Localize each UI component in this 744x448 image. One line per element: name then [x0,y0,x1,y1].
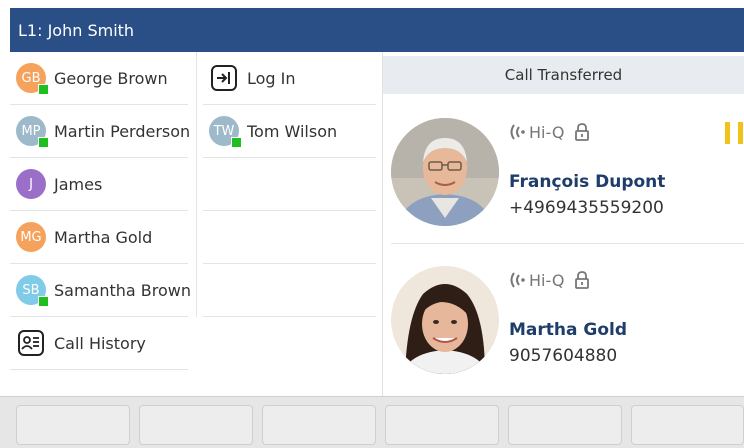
speed-dial-label: Log In [247,68,296,88]
softkey-bar [0,396,744,448]
caller-name: François Dupont [509,172,666,192]
softkey-4[interactable] [385,405,499,445]
avatar: TW [209,116,242,148]
speed-dial-label: George Brown [54,68,168,88]
speed-dial-samantha-brown[interactable]: SB Samantha Brown [10,264,192,317]
speed-dial-label: Samantha Brown [54,280,192,300]
call-history-button[interactable]: Call History [10,317,188,370]
softkey-1[interactable] [16,405,130,445]
codec-label: Hi-Q [529,122,565,142]
softkey-2[interactable] [139,405,253,445]
call-status-bar: Call Transferred [383,56,744,94]
presence-available-icon [38,296,49,307]
hd-voice-icon [509,270,525,290]
speed-dial-tom-wilson[interactable]: TW Tom Wilson [203,105,376,158]
line-title: L1: John Smith [18,20,135,40]
speed-dial-column-1: GB George Brown MP Martin Perderson J Ja… [10,52,196,370]
caller-number: 9057604880 [509,346,618,366]
call-item-active[interactable]: Hi-Q Martha Gold 9057604880 [391,256,744,392]
caller-photo [391,266,499,374]
codec-label: Hi-Q [529,270,565,290]
empty-speed-dial-key[interactable] [203,211,376,264]
avatar: MP [16,116,49,148]
empty-speed-dial-key[interactable] [203,264,376,317]
lock-icon [574,123,590,141]
speed-dial-james[interactable]: J James [10,158,188,211]
caller-number: +4969435559200 [509,198,664,218]
speed-dial-label: Martin Perderson [54,121,191,141]
speed-dial-column-2: Log In TW Tom Wilson [196,52,382,317]
avatar: MG [16,222,46,252]
presence-available-icon [38,84,49,95]
presence-available-icon [231,137,242,148]
speed-dial-martha-gold[interactable]: MG Martha Gold [10,211,188,264]
call-status: Call Transferred [504,66,623,84]
softkey-5[interactable] [508,405,622,445]
caller-name: Martha Gold [509,320,628,340]
hd-audio-indicator: Hi-Q [509,270,590,290]
speed-dial-label: Call History [54,333,146,353]
lock-icon [574,271,590,289]
login-icon [209,63,239,93]
hd-voice-icon [509,122,525,142]
caller-photo [391,118,499,226]
empty-speed-dial-key[interactable] [203,158,376,211]
avatar: SB [16,275,49,307]
call-item-held[interactable]: Hi-Q François Dupont +4969435559200 [391,108,744,244]
presence-available-icon [38,137,49,148]
speed-dial-george-brown[interactable]: GB George Brown [10,52,188,105]
softkey-3[interactable] [262,405,376,445]
hold-icon [725,122,743,144]
avatar: GB [16,63,49,95]
hd-audio-indicator: Hi-Q [509,122,590,142]
call-panel: Call Transferred Hi-Q François Dupont +4… [382,52,744,396]
speed-dial-martin-perderson[interactable]: MP Martin Perderson [10,105,191,158]
speed-dial-label: Tom Wilson [247,121,338,141]
speed-dial-label: James [54,174,103,194]
avatar: J [16,169,46,199]
login-button[interactable]: Log In [203,52,376,105]
line-title-bar: L1: John Smith [10,8,744,52]
softkey-6[interactable] [631,405,744,445]
speed-dial-label: Martha Gold [54,227,153,247]
call-history-icon [16,328,46,358]
